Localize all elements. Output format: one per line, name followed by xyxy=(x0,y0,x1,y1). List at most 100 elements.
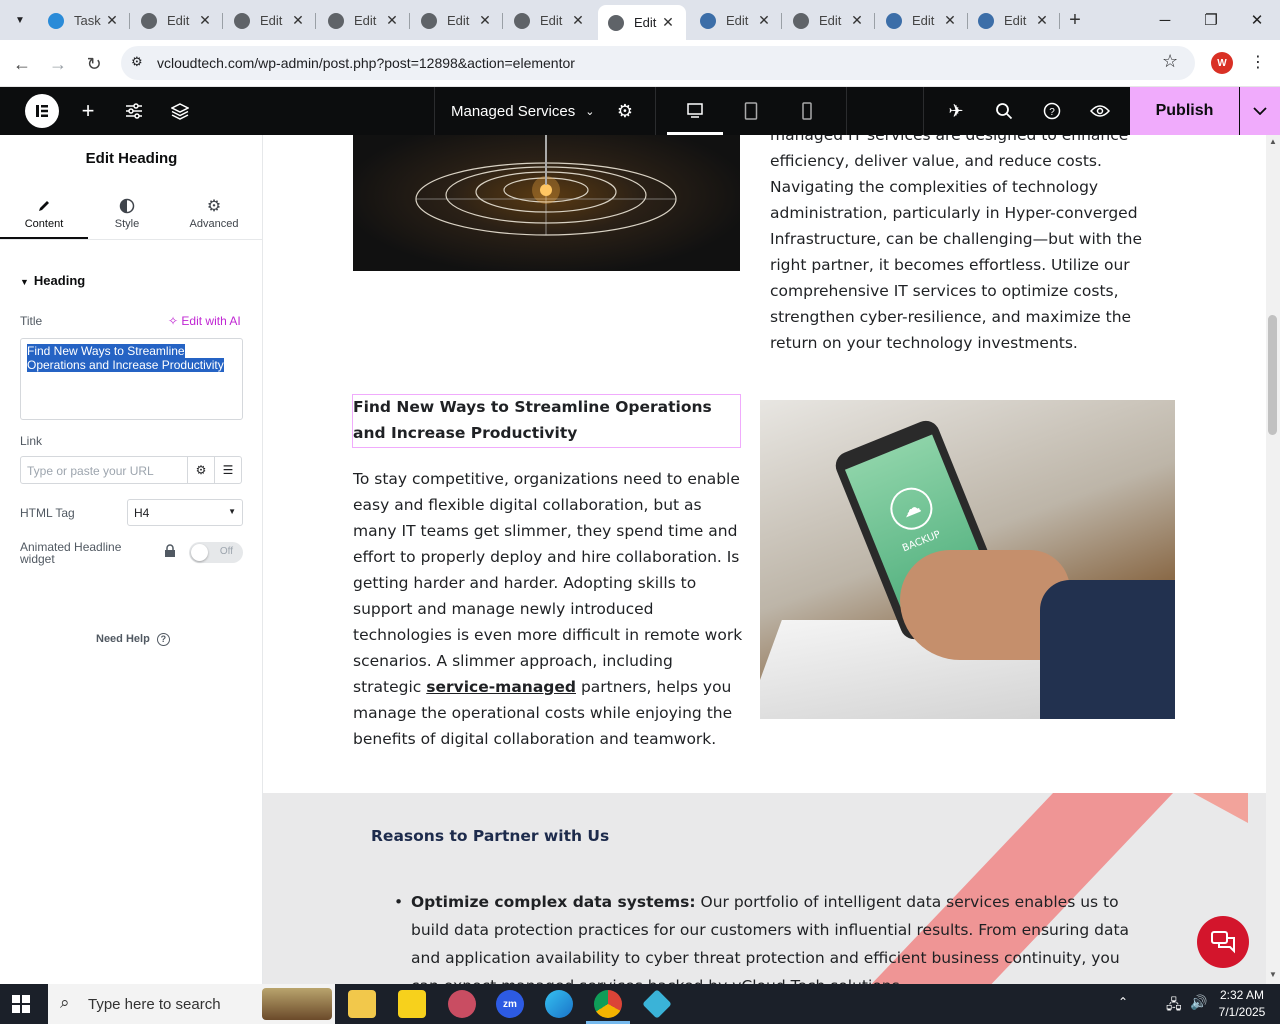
tab-close-icon[interactable]: ✕ xyxy=(197,12,213,29)
notes-rocket-icon[interactable]: ✈ xyxy=(933,87,979,135)
edge-icon[interactable] xyxy=(545,990,573,1018)
animated-headline-label: Animated Headline widget xyxy=(20,540,122,566)
title-textarea[interactable]: Find New Ways to Streamline Operations a… xyxy=(20,338,243,420)
need-help-link[interactable]: Need Help ? xyxy=(96,633,170,646)
browser-tab[interactable]: Task ✕ xyxy=(38,8,130,33)
tab-close-icon[interactable]: ✕ xyxy=(849,12,865,29)
page-settings-gear-icon[interactable]: ⚙ xyxy=(602,87,648,135)
tab-title: Edit xyxy=(260,13,283,28)
link-options-gear-icon[interactable]: ⚙ xyxy=(187,456,215,484)
bookmark-star-icon[interactable]: ☆ xyxy=(1162,51,1178,72)
tab-close-icon[interactable]: ✕ xyxy=(290,12,306,29)
elementor-logo-icon[interactable] xyxy=(25,94,59,128)
structure-layers-icon[interactable] xyxy=(157,87,203,135)
toolbar-divider xyxy=(923,87,924,135)
link-url-input[interactable]: Type or paste your URL xyxy=(20,456,188,484)
preview-eye-icon[interactable] xyxy=(1077,87,1123,135)
browser-tab[interactable]: Edit ✕ xyxy=(598,5,686,40)
tab-style[interactable]: Style xyxy=(83,182,171,240)
network-icon[interactable]: 🖧 xyxy=(1166,994,1182,1018)
tablet-view-icon[interactable] xyxy=(728,87,774,135)
new-tab-button[interactable]: + xyxy=(1063,8,1087,32)
browser-tab[interactable]: Edit ✕ xyxy=(411,8,503,33)
tab-search-dropdown[interactable]: ▼ xyxy=(8,8,32,32)
forward-button[interactable]: → xyxy=(44,50,72,78)
chrome-icon[interactable] xyxy=(594,990,622,1018)
tab-close-icon[interactable]: ✕ xyxy=(104,12,120,29)
scrollbar-thumb[interactable] xyxy=(1268,315,1277,435)
scroll-up-arrow-icon[interactable]: ▲ xyxy=(1269,137,1277,146)
desktop-view-icon[interactable] xyxy=(667,87,723,135)
html-tag-select[interactable]: H4 ▼ xyxy=(127,499,243,526)
browser-tab[interactable]: Edit ✕ xyxy=(876,8,968,33)
volume-icon[interactable]: 🔊 xyxy=(1190,994,1207,1011)
tab-content[interactable]: Content xyxy=(0,182,88,240)
add-element-icon[interactable]: + xyxy=(65,87,111,135)
tab-favicon-icon xyxy=(886,12,902,29)
tab-close-icon[interactable]: ✕ xyxy=(942,12,958,29)
tab-title: Edit xyxy=(167,13,190,28)
svg-text:?: ? xyxy=(1049,107,1055,118)
html-tag-value: H4 xyxy=(134,506,150,520)
back-button[interactable]: ← xyxy=(8,50,36,78)
sparkle-icon: ✧ xyxy=(168,314,179,328)
help-icon[interactable]: ? xyxy=(1029,87,1075,135)
browser-tab[interactable]: Edit ✕ xyxy=(783,8,875,33)
remote-desktop-icon[interactable] xyxy=(642,989,672,1019)
tab-advanced[interactable]: ⚙ Advanced xyxy=(170,182,258,240)
browser-tab[interactable]: Edit ✕ xyxy=(690,8,782,33)
animated-headline-toggle[interactable]: Off xyxy=(189,542,243,563)
search-icon[interactable] xyxy=(981,87,1027,135)
tab-close-icon[interactable]: ✕ xyxy=(660,14,676,31)
taskbar-search-box[interactable]: ⌕ Type here to search xyxy=(48,984,335,1024)
browser-tab[interactable]: Edit ✕ xyxy=(504,8,596,33)
cloud-icon: ☁ xyxy=(884,481,939,537)
close-window-button[interactable]: ✕ xyxy=(1234,0,1280,40)
minimize-button[interactable]: ─ xyxy=(1142,0,1188,40)
question-circle-icon: ? xyxy=(156,633,170,646)
service-managed-link[interactable]: service-managed xyxy=(426,678,576,696)
edit-with-ai-link[interactable]: ✧ Edit with AI xyxy=(168,314,241,328)
tab-favicon-icon xyxy=(141,12,157,29)
publish-options-chevron-icon[interactable] xyxy=(1240,87,1280,135)
site-settings-icon[interactable] xyxy=(111,87,157,135)
browser-tab[interactable]: Edit ✕ xyxy=(224,8,316,33)
reload-button[interactable]: ↻ xyxy=(80,50,108,78)
tab-close-icon[interactable]: ✕ xyxy=(570,12,586,29)
show-hidden-icons-icon[interactable]: ⌃ xyxy=(1118,995,1128,1009)
section-heading-toggle[interactable]: ▼ Heading xyxy=(20,273,85,288)
canvas-scrollbar[interactable]: ▲ ▼ xyxy=(1266,135,1280,984)
browser-tab[interactable]: Edit ✕ xyxy=(131,8,223,33)
browser-tab[interactable]: Edit ✕ xyxy=(318,8,410,33)
site-info-icon[interactable]: ⚙ xyxy=(131,54,143,70)
zoom-icon[interactable]: zm xyxy=(496,990,524,1018)
mobile-view-icon[interactable] xyxy=(784,87,830,135)
snipping-tool-icon[interactable] xyxy=(448,990,476,1018)
para-text-before: To stay competitive, organizations need … xyxy=(353,470,743,696)
publish-button[interactable]: Publish xyxy=(1130,87,1239,135)
intro-paragraph: managed IT services are designed to enha… xyxy=(770,135,1143,352)
tab-close-icon[interactable]: ✕ xyxy=(477,12,493,29)
browser-tab[interactable]: Edit ✕ xyxy=(968,8,1060,33)
scroll-down-arrow-icon[interactable]: ▼ xyxy=(1269,970,1277,979)
browser-menu-icon[interactable]: ⋮ xyxy=(1250,52,1266,72)
chat-widget-icon[interactable] xyxy=(1197,916,1249,968)
dynamic-tags-icon[interactable]: ☰ xyxy=(214,456,242,484)
restore-button[interactable]: ❐ xyxy=(1188,0,1234,40)
caret-down-icon: ▼ xyxy=(20,277,29,287)
sticky-notes-icon[interactable] xyxy=(398,990,426,1018)
file-explorer-icon[interactable] xyxy=(348,990,376,1018)
tab-close-icon[interactable]: ✕ xyxy=(384,12,400,29)
tab-close-icon[interactable]: ✕ xyxy=(756,12,772,29)
section-heading[interactable]: Find New Ways to Streamline Operations a… xyxy=(353,394,741,446)
taskbar-clock[interactable]: 2:32 AM 7/1/2025 xyxy=(1212,987,1272,1021)
editor-panel: Edit Heading Content Style ⚙ Advanced ▼ H… xyxy=(0,135,263,984)
tab-close-icon[interactable]: ✕ xyxy=(1034,12,1050,29)
address-bar[interactable]: ⚙ vcloudtech.com/wp-admin/post.php?post=… xyxy=(121,46,1195,80)
title-textarea-value: Find New Ways to Streamline Operations a… xyxy=(27,344,224,372)
pencil-icon xyxy=(0,194,88,218)
tab-title: Edit xyxy=(447,13,470,28)
windows-start-icon[interactable] xyxy=(12,995,30,1016)
profile-avatar[interactable]: W xyxy=(1211,52,1233,74)
toolbar-divider xyxy=(846,87,847,135)
